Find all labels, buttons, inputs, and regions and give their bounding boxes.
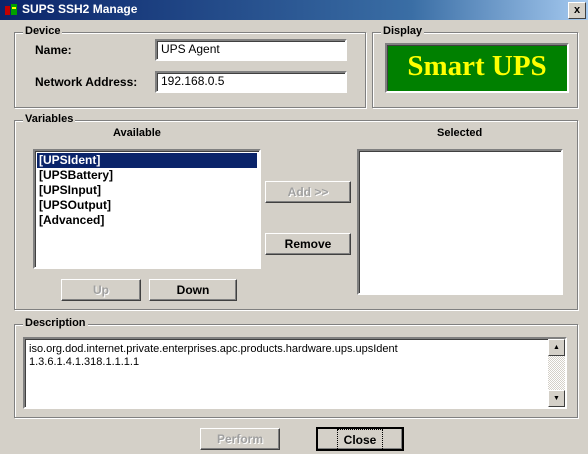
device-group-label: Device — [23, 25, 63, 37]
scroll-up-icon[interactable]: ▲ — [548, 339, 565, 356]
remove-button[interactable]: Remove — [265, 233, 351, 255]
list-item[interactable]: [Advanced] — [37, 213, 257, 228]
window-title: SUPS SSH2 Manage — [22, 2, 138, 16]
main-window: SUPS SSH2 Manage x Device Name: UPS Agen… — [0, 0, 588, 454]
available-list[interactable]: [UPSIdent] [UPSBattery] [UPSInput] [UPSOutp… — [33, 149, 261, 269]
network-address-field[interactable]: 192.168.0.5 — [155, 71, 347, 93]
selected-label: Selected — [437, 127, 483, 139]
description-group-label: Description — [23, 317, 88, 329]
description-oid-name: iso.org.dod.internet.private.enterprises… — [29, 343, 398, 355]
description-scrollbar[interactable]: ▲ ▼ — [548, 339, 565, 407]
list-item[interactable]: [UPSIdent] — [37, 153, 257, 168]
variables-group-label: Variables — [23, 113, 76, 125]
variables-group: Variables Available Selected [UPSIdent][… — [14, 113, 578, 310]
list-item[interactable]: [UPSBattery] — [37, 168, 257, 183]
name-label: Name: — [35, 43, 72, 57]
perform-button[interactable]: Perform — [200, 428, 280, 450]
selected-list[interactable] — [357, 149, 563, 295]
display-group: Display Smart UPS — [372, 25, 578, 108]
network-address-label: Network Address: — [35, 75, 138, 89]
scroll-down-icon[interactable]: ▼ — [548, 390, 565, 407]
name-field[interactable]: UPS Agent — [155, 39, 347, 61]
list-item[interactable]: [UPSOutput] — [37, 198, 257, 213]
down-button[interactable]: Down — [149, 279, 237, 301]
close-icon[interactable]: x — [568, 2, 586, 19]
description-text-area[interactable]: iso.org.dod.internet.private.enterprises… — [23, 337, 567, 409]
up-button[interactable]: Up — [61, 279, 141, 301]
app-icon — [5, 4, 17, 15]
description-text: iso.org.dod.internet.private.enterprises… — [29, 343, 543, 369]
description-oid-number: 1.3.6.1.4.1.318.1.1.1.1 — [29, 356, 140, 368]
description-group: Description iso.org.dod.internet.private… — [14, 317, 578, 418]
device-group: Device Name: UPS Agent Network Address: … — [14, 25, 366, 108]
available-label: Available — [113, 127, 161, 139]
close-button-label: Close — [336, 429, 384, 451]
add-button[interactable]: Add >> — [265, 181, 351, 203]
title-bar[interactable]: SUPS SSH2 Manage x — [0, 0, 588, 20]
close-button[interactable]: Close — [316, 427, 404, 451]
list-item[interactable]: [UPSInput] — [37, 183, 257, 198]
display-group-label: Display — [381, 25, 425, 37]
ups-display-panel: Smart UPS — [385, 43, 569, 93]
